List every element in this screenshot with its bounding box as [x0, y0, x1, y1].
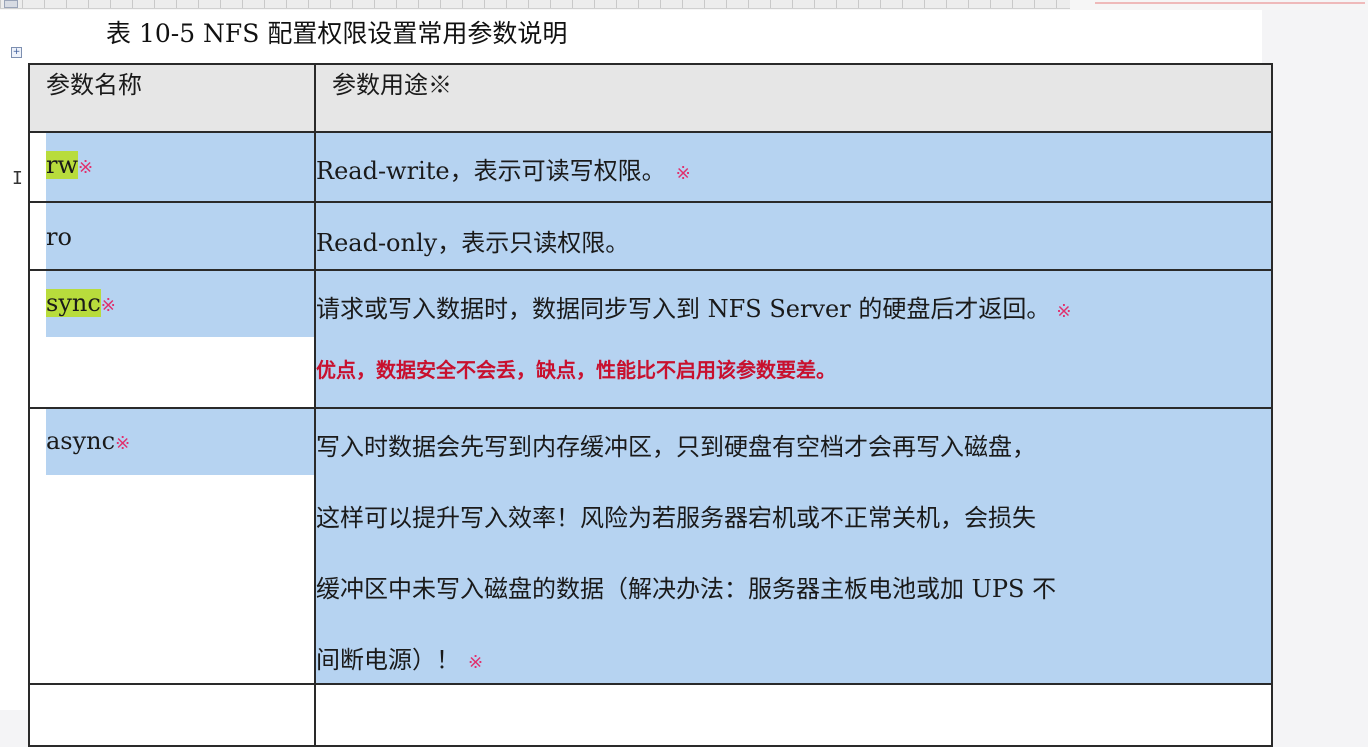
param-name: rw※ [46, 151, 93, 179]
usage-line: Read-only，表示只读权限。 [316, 229, 630, 257]
ruler-ticks [0, 0, 1070, 9]
param-name-cell[interactable]: async※ [28, 407, 316, 685]
param-usage-cell[interactable]: 写入时数据会先写到内存缓冲区，只到硬盘有空档才会再写入磁盘， 这样可以提升写入效… [314, 407, 1273, 685]
table-row-ro: ro Read-only，表示只读权限。 [28, 201, 1273, 271]
asterisk-mark: ※ [100, 295, 116, 316]
usage-line: 请求或写入数据时，数据同步写入到 NFS Server 的硬盘后才返回。 ※ [316, 295, 1072, 323]
param-name: async※ [46, 427, 131, 455]
usage-line: 写入时数据会先写到内存缓冲区，只到硬盘有空档才会再写入磁盘， [316, 433, 1036, 461]
param-name-cell[interactable]: sync※ [28, 269, 316, 409]
param-usage-cell[interactable]: 请求或写入数据时，数据同步写入到 NFS Server 的硬盘后才返回。 ※ 优点… [314, 269, 1273, 409]
usage-line: Read-write，表示可读写权限。 ※ [316, 157, 691, 185]
horizontal-ruler[interactable] [0, 0, 1368, 10]
header-param-usage[interactable]: 参数用途※ [314, 63, 1273, 133]
table-row-async: async※ 写入时数据会先写到内存缓冲区，只到硬盘有空档才会再写入磁盘， 这样… [28, 407, 1273, 685]
table-header-row: 参数名称 参数用途※ [28, 63, 1273, 133]
param-name-cell[interactable]: ro [28, 201, 316, 271]
table-row-rw: rw※ Read-write，表示可读写权限。 ※ [28, 131, 1273, 203]
usage-line: 间断电源）！ ※ [316, 646, 484, 674]
param-name-cell[interactable]: rw※ [28, 131, 316, 203]
usage-line: 缓冲区中未写入磁盘的数据（解决办法：服务器主板电池或加 UPS 不 [316, 575, 1057, 603]
ruler-indent-marker[interactable] [4, 0, 18, 8]
table-row-sync: sync※ 请求或写入数据时，数据同步写入到 NFS Server 的硬盘后才返… [28, 269, 1273, 409]
selection-highlight [46, 203, 314, 269]
table-caption: 表 10-5 NFS 配置权限设置常用参数说明 [106, 19, 568, 48]
highlighted-term: sync [46, 289, 101, 317]
table-move-handle-icon[interactable]: + [11, 47, 22, 58]
asterisk-mark: ※ [78, 157, 94, 178]
asterisk-mark: ※ [1056, 301, 1072, 322]
param-name: sync※ [46, 289, 116, 317]
param-name: ro [46, 223, 72, 251]
header-param-name[interactable]: 参数名称 [28, 63, 316, 133]
nfs-params-table: 参数名称 参数用途※ rw※ Read-write，表示可读写权限。 ※ ro R… [28, 63, 1273, 747]
asterisk-mark: ※ [115, 433, 131, 454]
usage-line: 这样可以提升写入效率！风险为若服务器宕机或不正常关机，会损失 [316, 504, 1036, 532]
highlighted-term: rw [46, 151, 79, 179]
table-row-next [28, 683, 1273, 747]
param-usage-cell[interactable]: Read-only，表示只读权限。 [314, 201, 1273, 271]
text-cursor-icon: I [12, 168, 23, 189]
asterisk-mark: ※ [675, 163, 691, 184]
param-usage-cell[interactable]: Read-write，表示可读写权限。 ※ [314, 131, 1273, 203]
param-name-cell[interactable] [28, 683, 316, 747]
sync-tradeoff-note: 优点，数据安全不会丢，缺点，性能比不启用该参数要差。 [316, 358, 836, 382]
asterisk-mark: ※ [468, 652, 484, 673]
param-usage-cell[interactable] [314, 683, 1273, 747]
ruler-margin-line [1095, 2, 1365, 4]
